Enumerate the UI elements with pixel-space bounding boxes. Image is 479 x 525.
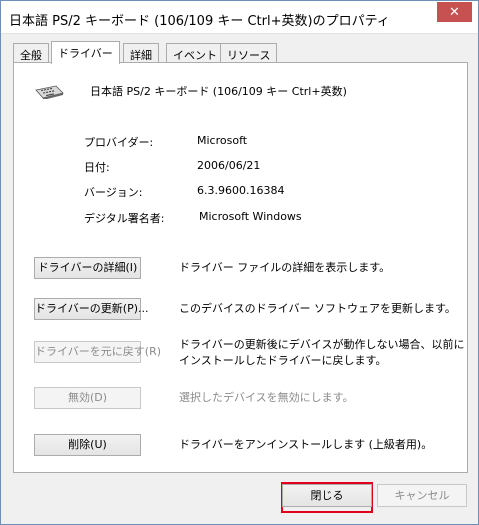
driver-details-button[interactable]: ドライバーの詳細(I) xyxy=(34,257,141,279)
date-label: 日付: xyxy=(84,161,110,174)
cancel-button[interactable]: キャンセル xyxy=(377,484,467,507)
provider-label: プロバイダー: xyxy=(84,136,154,149)
tab-events[interactable]: イベント xyxy=(166,43,224,63)
version-label: バージョン: xyxy=(84,186,143,199)
provider-value: Microsoft xyxy=(197,134,248,147)
signer-value: Microsoft Windows xyxy=(199,210,302,223)
disable-device-button[interactable]: 無効(D) xyxy=(34,387,141,409)
tab-strip: 全般 ドライバー 詳細 イベント リソース xyxy=(13,41,473,64)
rollback-driver-desc-2: インストールしたドライバーに戻します。 xyxy=(179,354,387,367)
update-driver-desc: このデバイスのドライバー ソフトウェアを更新します。 xyxy=(179,302,456,315)
version-value: 6.3.9600.16384 xyxy=(197,184,285,197)
driver-panel: 日本語 PS/2 キーボード (106/109 キー Ctrl+英数) プロバイ… xyxy=(13,62,468,473)
rollback-driver-button[interactable]: ドライバーを元に戻す(R) xyxy=(34,341,161,363)
uninstall-driver-desc: ドライバーをアンインストールします (上級者用)。 xyxy=(179,438,433,451)
device-name: 日本語 PS/2 キーボード (106/109 キー Ctrl+英数) xyxy=(90,85,347,98)
update-driver-button[interactable]: ドライバーの更新(P)... xyxy=(34,298,149,320)
date-value: 2006/06/21 xyxy=(197,159,261,172)
tab-general[interactable]: 全般 xyxy=(13,43,49,63)
close-dialog-button[interactable]: 閉じる xyxy=(282,484,372,507)
rollback-driver-desc: ドライバーの更新後にデバイスが動作しない場合、以前に xyxy=(179,338,465,351)
close-icon: ✕ xyxy=(449,4,460,20)
signer-label: デジタル署名者: xyxy=(84,212,165,225)
window-title: 日本語 PS/2 キーボード (106/109 キー Ctrl+英数)のプロパテ… xyxy=(9,14,390,29)
tab-resources[interactable]: リソース xyxy=(220,43,278,63)
tab-details[interactable]: 詳細 xyxy=(123,43,159,63)
close-window-button[interactable]: ✕ xyxy=(437,2,472,22)
keyboard-icon xyxy=(35,85,64,99)
tab-driver[interactable]: ドライバー xyxy=(51,41,120,64)
disable-device-desc: 選択したデバイスを無効にします。 xyxy=(179,391,354,404)
driver-details-desc: ドライバー ファイルの詳細を表示します。 xyxy=(179,261,391,274)
properties-window: 日本語 PS/2 キーボード (106/109 キー Ctrl+英数)のプロパテ… xyxy=(0,0,479,525)
title-bar: 日本語 PS/2 キーボード (106/109 キー Ctrl+英数)のプロパテ… xyxy=(1,1,478,34)
uninstall-driver-button[interactable]: 削除(U) xyxy=(34,434,141,456)
